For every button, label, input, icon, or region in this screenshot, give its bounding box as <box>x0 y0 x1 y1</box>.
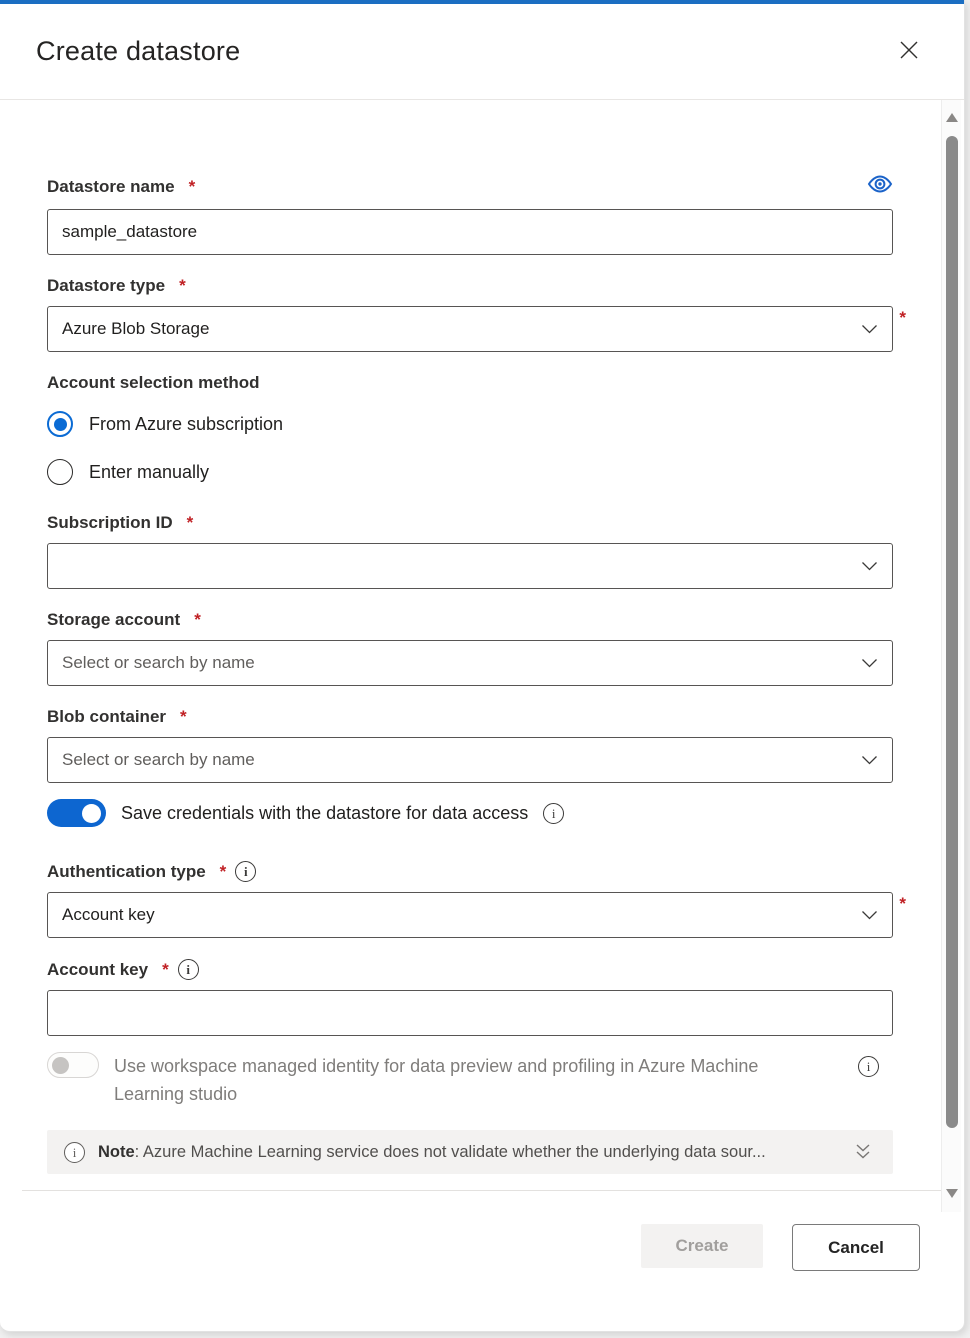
required-asterisk: * <box>189 177 196 197</box>
chevron-down-icon <box>861 657 878 669</box>
info-icon[interactable]: i <box>543 803 564 824</box>
chevron-down-icon <box>861 754 878 766</box>
close-button[interactable] <box>894 35 924 68</box>
create-button[interactable]: Create <box>641 1224 763 1268</box>
authentication-type-field: Authentication type* i Account key * <box>47 861 893 938</box>
close-icon <box>898 39 920 61</box>
blob-container-field: Blob container* Select or search by name <box>47 707 893 783</box>
chevron-down-icon <box>861 909 878 921</box>
info-icon: i <box>64 1142 85 1163</box>
datastore-name-input[interactable] <box>47 209 893 255</box>
save-credentials-row: Save credentials with the datastore for … <box>47 799 893 827</box>
storage-account-placeholder: Select or search by name <box>62 653 861 673</box>
chevron-down-icon <box>861 560 878 572</box>
account-key-field: Account key* i <box>47 959 893 1036</box>
datastore-name-field: Datastore name* <box>47 174 893 255</box>
radio-unselected-icon <box>47 459 73 485</box>
radio-from-azure-subscription[interactable]: From Azure subscription <box>47 411 893 437</box>
authentication-type-label: Authentication type* i <box>47 861 256 882</box>
info-icon[interactable]: i <box>178 959 199 980</box>
info-icon[interactable]: i <box>235 861 256 882</box>
dialog-body: Datastore name* Datastore type* <box>0 100 964 1174</box>
note-banner[interactable]: i Note: Azure Machine Learning service d… <box>47 1130 893 1174</box>
blob-container-placeholder: Select or search by name <box>62 750 861 770</box>
datastore-name-label: Datastore name* <box>47 177 195 197</box>
required-asterisk: * <box>179 276 186 296</box>
required-asterisk: * <box>220 862 227 882</box>
blob-container-label: Blob container* <box>47 707 187 727</box>
subscription-id-dropdown[interactable] <box>47 543 893 589</box>
datastore-type-field: Datastore type* Azure Blob Storage * <box>47 276 893 352</box>
chevron-down-icon <box>861 323 878 335</box>
save-credentials-label: Save credentials with the datastore for … <box>121 803 528 824</box>
datastore-type-label: Datastore type* <box>47 276 186 296</box>
double-chevron-down-icon[interactable] <box>853 1143 873 1161</box>
scrollbar-down-arrow[interactable] <box>946 1189 958 1198</box>
storage-account-label: Storage account* <box>47 610 201 630</box>
info-icon[interactable]: i <box>858 1056 879 1077</box>
radio-enter-manually[interactable]: Enter manually <box>47 459 893 485</box>
blob-container-dropdown[interactable]: Select or search by name <box>47 737 893 783</box>
scrollbar-up-arrow[interactable] <box>946 113 958 122</box>
datastore-type-dropdown[interactable]: Azure Blob Storage * <box>47 306 893 352</box>
dialog-header: Create datastore <box>0 4 964 100</box>
required-asterisk: * <box>194 610 201 630</box>
managed-identity-row: Use workspace managed identity for data … <box>47 1052 893 1108</box>
authentication-type-dropdown[interactable]: Account key * <box>47 892 893 938</box>
preview-eye-icon[interactable] <box>867 174 893 199</box>
managed-identity-label: Use workspace managed identity for data … <box>114 1052 786 1108</box>
required-asterisk: * <box>162 960 169 980</box>
account-key-input[interactable] <box>47 990 893 1036</box>
scrollbar-thumb[interactable] <box>946 136 958 1128</box>
create-datastore-dialog: Create datastore Datastore name* <box>0 0 965 1332</box>
dialog-footer: Create Cancel <box>0 1191 964 1271</box>
storage-account-dropdown[interactable]: Select or search by name <box>47 640 893 686</box>
managed-identity-toggle[interactable] <box>47 1052 99 1078</box>
note-text: Note: Azure Machine Learning service doe… <box>98 1143 766 1162</box>
required-asterisk: * <box>899 308 906 328</box>
required-asterisk: * <box>180 707 187 727</box>
subscription-id-label: Subscription ID* <box>47 513 193 533</box>
required-asterisk: * <box>899 894 906 914</box>
datastore-type-value: Azure Blob Storage <box>62 319 861 339</box>
storage-account-field: Storage account* Select or search by nam… <box>47 610 893 686</box>
account-selection-method-label: Account selection method <box>47 373 893 393</box>
radio-label: From Azure subscription <box>89 414 283 435</box>
radio-label: Enter manually <box>89 462 209 483</box>
radio-selected-icon <box>47 411 73 437</box>
authentication-type-value: Account key <box>62 905 861 925</box>
account-key-label: Account key* i <box>47 959 199 980</box>
scrollbar[interactable] <box>941 100 961 1212</box>
subscription-id-field: Subscription ID* <box>47 513 893 589</box>
save-credentials-toggle[interactable] <box>47 799 106 827</box>
note-prefix: Note <box>98 1143 135 1161</box>
cancel-button[interactable]: Cancel <box>792 1224 920 1271</box>
account-selection-radio-group: From Azure subscription Enter manually <box>47 411 893 485</box>
dialog-title: Create datastore <box>36 36 240 67</box>
required-asterisk: * <box>187 513 194 533</box>
